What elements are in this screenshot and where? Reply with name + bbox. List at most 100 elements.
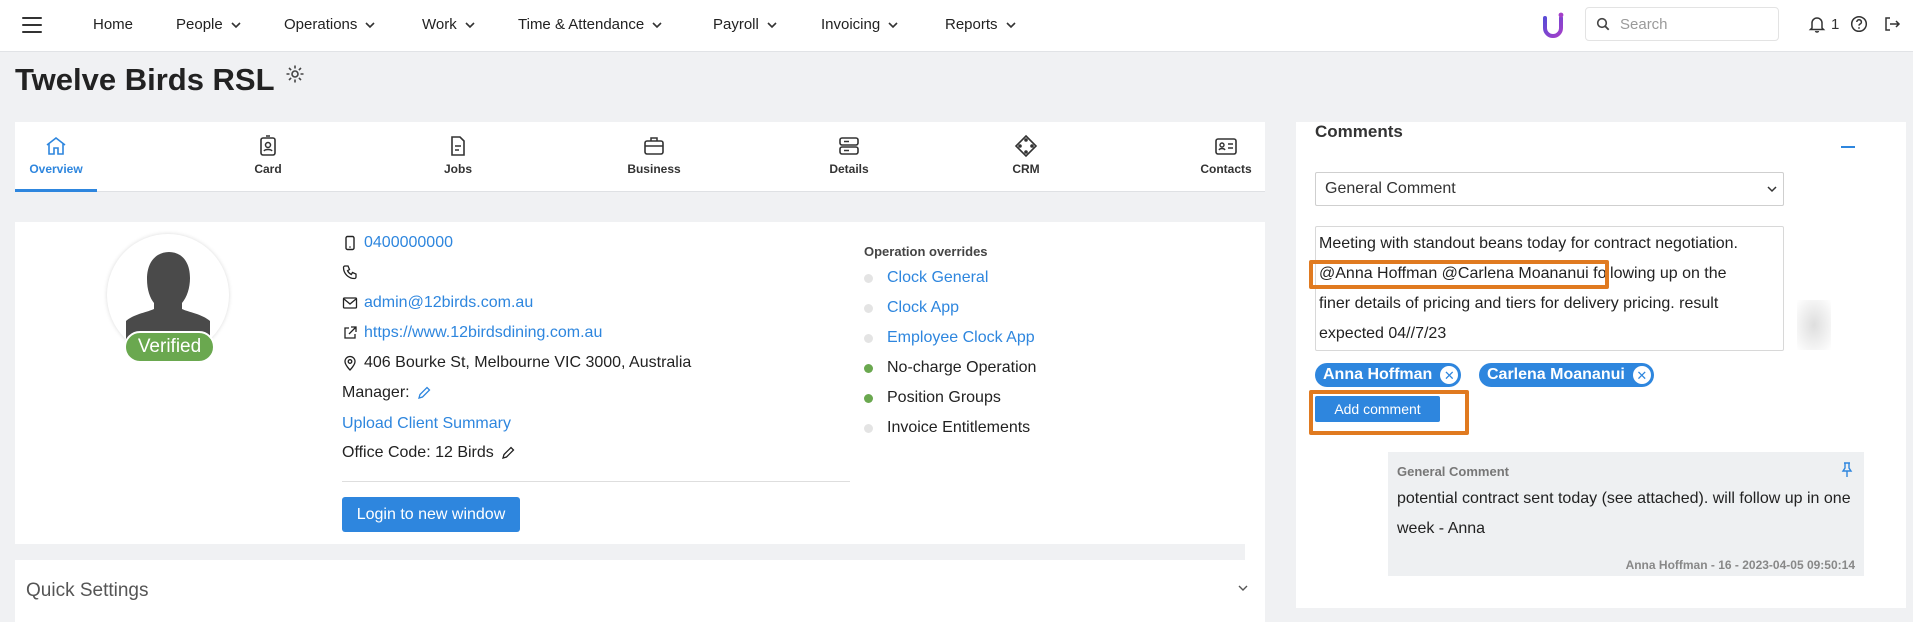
- override-no-charge-operation: No-charge Operation: [864, 359, 1036, 377]
- nav-payroll[interactable]: Payroll: [713, 16, 779, 33]
- status-dot: [864, 423, 873, 433]
- mobile-row: 0400000000: [342, 234, 453, 252]
- divider: [342, 481, 850, 482]
- nav-work-label: Work: [422, 16, 457, 33]
- nav-home-label: Home: [93, 16, 134, 33]
- nav-time-attendance[interactable]: Time & Attendance: [518, 16, 664, 33]
- mail-icon: [342, 297, 358, 309]
- tab-crm[interactable]: CRM: [985, 122, 1067, 192]
- chevron-down-icon[interactable]: [1237, 582, 1249, 594]
- logout-icon[interactable]: [1883, 15, 1901, 33]
- search-input[interactable]: [1620, 15, 1760, 33]
- comment-text-line: @Anna Hoffman @Carlena Moananui followin…: [1319, 265, 1727, 282]
- comment-text-line: expected 04//7/23: [1319, 325, 1447, 342]
- override-label[interactable]: Clock General: [887, 269, 988, 287]
- search-icon: [1596, 17, 1610, 31]
- add-comment-button[interactable]: Add comment: [1315, 396, 1440, 422]
- comment-text-line: Meeting with standout beans today for co…: [1319, 235, 1738, 252]
- remove-mention-icon[interactable]: ✕: [1440, 366, 1459, 384]
- document-icon: [451, 136, 465, 156]
- tab-business[interactable]: Business: [598, 122, 710, 192]
- search-box[interactable]: [1585, 7, 1779, 41]
- comments-panel: Comments General Comment Meeting with st…: [1296, 122, 1906, 608]
- chevron-down-icon: [1005, 21, 1016, 28]
- location-pin-icon: [344, 355, 356, 371]
- tab-card-label: Card: [254, 162, 282, 176]
- status-dot: [864, 333, 873, 343]
- override-label[interactable]: Employee Clock App: [887, 329, 1035, 347]
- comment-text-line: finer details of pricing and tiers for d…: [1319, 295, 1719, 312]
- comment-textarea[interactable]: Meeting with standout beans today for co…: [1315, 226, 1784, 351]
- override-clock-app[interactable]: Clock App: [864, 299, 959, 317]
- override-label[interactable]: Clock App: [887, 299, 959, 317]
- override-employee-clock-app[interactable]: Employee Clock App: [864, 329, 1035, 347]
- pin-icon[interactable]: [1840, 462, 1854, 478]
- status-dot: [864, 393, 873, 403]
- tab-business-label: Business: [627, 162, 681, 176]
- login-new-window-button[interactable]: Login to new window: [342, 497, 520, 532]
- tab-jobs[interactable]: Jobs: [418, 122, 498, 192]
- email-row: admin@12birds.com.au: [342, 294, 533, 312]
- external-link-icon: [344, 326, 357, 339]
- website-link[interactable]: https://www.12birdsdining.com.au: [364, 324, 602, 342]
- address-text: 406 Bourke St, Melbourne VIC 3000, Austr…: [364, 354, 692, 371]
- profile-tabs: Overview Card Jobs Business Details CRM …: [15, 122, 1265, 192]
- bell-icon[interactable]: [1808, 15, 1826, 33]
- override-invoice-entitlements: Invoice Entitlements: [864, 419, 1030, 437]
- comment-item: General Comment potential contract sent …: [1388, 452, 1864, 576]
- home-icon: [46, 136, 66, 155]
- override-clock-general[interactable]: Clock General: [864, 269, 988, 287]
- tab-details[interactable]: Details: [797, 122, 901, 192]
- nav-operations[interactable]: Operations: [284, 16, 377, 33]
- override-label: Position Groups: [887, 389, 1001, 406]
- chevron-down-icon: [1767, 186, 1777, 193]
- email-link[interactable]: admin@12birds.com.au: [364, 294, 533, 312]
- phone-row: [342, 264, 364, 280]
- override-label: Invoice Entitlements: [887, 419, 1031, 436]
- chevron-down-icon: [767, 21, 777, 28]
- pencil-edit-icon[interactable]: [416, 385, 432, 401]
- office-code-row: Office Code: 12 Birds: [342, 444, 516, 462]
- upload-client-summary-link[interactable]: Upload Client Summary: [342, 415, 511, 433]
- nav-home[interactable]: Home: [93, 16, 133, 33]
- address-card-icon: [1215, 138, 1237, 155]
- profile-overview-card: Verified 0400000000 admin@12birds.com.au…: [15, 222, 1265, 544]
- server-icon: [839, 137, 859, 155]
- nav-operations-label: Operations: [284, 16, 358, 33]
- mobile-link[interactable]: 0400000000: [364, 234, 453, 252]
- nav-people-label: People: [176, 16, 223, 33]
- status-dot: [864, 363, 873, 373]
- menu-icon[interactable]: [22, 17, 42, 33]
- manager-label: Manager:: [342, 384, 410, 401]
- tab-overview-label: Overview: [29, 162, 83, 176]
- chevron-down-icon: [652, 21, 662, 28]
- address-row: 406 Bourke St, Melbourne VIC 3000, Austr…: [342, 354, 691, 372]
- tab-details-label: Details: [829, 162, 869, 176]
- website-row: https://www.12birdsdining.com.au: [342, 324, 602, 342]
- notification-count: 1: [1831, 16, 1840, 33]
- chevron-down-icon: [231, 21, 241, 28]
- mention-chip-anna: Anna Hoffman ✕: [1315, 363, 1462, 387]
- mobile-icon: [345, 235, 355, 251]
- operation-overrides-title: Operation overrides: [864, 244, 988, 259]
- nav-invoicing[interactable]: Invoicing: [821, 16, 900, 33]
- nav-reports[interactable]: Reports: [945, 16, 1018, 33]
- comment-type-select[interactable]: General Comment: [1315, 172, 1784, 206]
- nav-people[interactable]: People: [176, 16, 243, 33]
- gear-icon[interactable]: [285, 64, 305, 84]
- quick-settings-panel[interactable]: Quick Settings: [15, 560, 1265, 622]
- shadow-artifact: [1797, 300, 1831, 350]
- upload-summary-row: Upload Client Summary: [342, 415, 511, 433]
- help-icon[interactable]: [1850, 15, 1868, 33]
- tab-contacts-label: Contacts: [1200, 162, 1252, 176]
- tab-contacts[interactable]: Contacts: [1187, 122, 1265, 192]
- tab-overview[interactable]: Overview: [15, 122, 97, 192]
- collapse-icon[interactable]: [1841, 146, 1855, 148]
- tab-card[interactable]: Card: [228, 122, 308, 192]
- nav-work[interactable]: Work: [422, 16, 477, 33]
- pencil-edit-icon[interactable]: [500, 445, 516, 461]
- comment-meta: Anna Hoffman - 16 - 2023-04-05 09:50:14: [1625, 558, 1855, 572]
- remove-mention-icon[interactable]: ✕: [1632, 366, 1651, 384]
- override-position-groups: Position Groups: [864, 389, 1001, 407]
- mention-chip-label: Carlena Moananui: [1487, 366, 1625, 383]
